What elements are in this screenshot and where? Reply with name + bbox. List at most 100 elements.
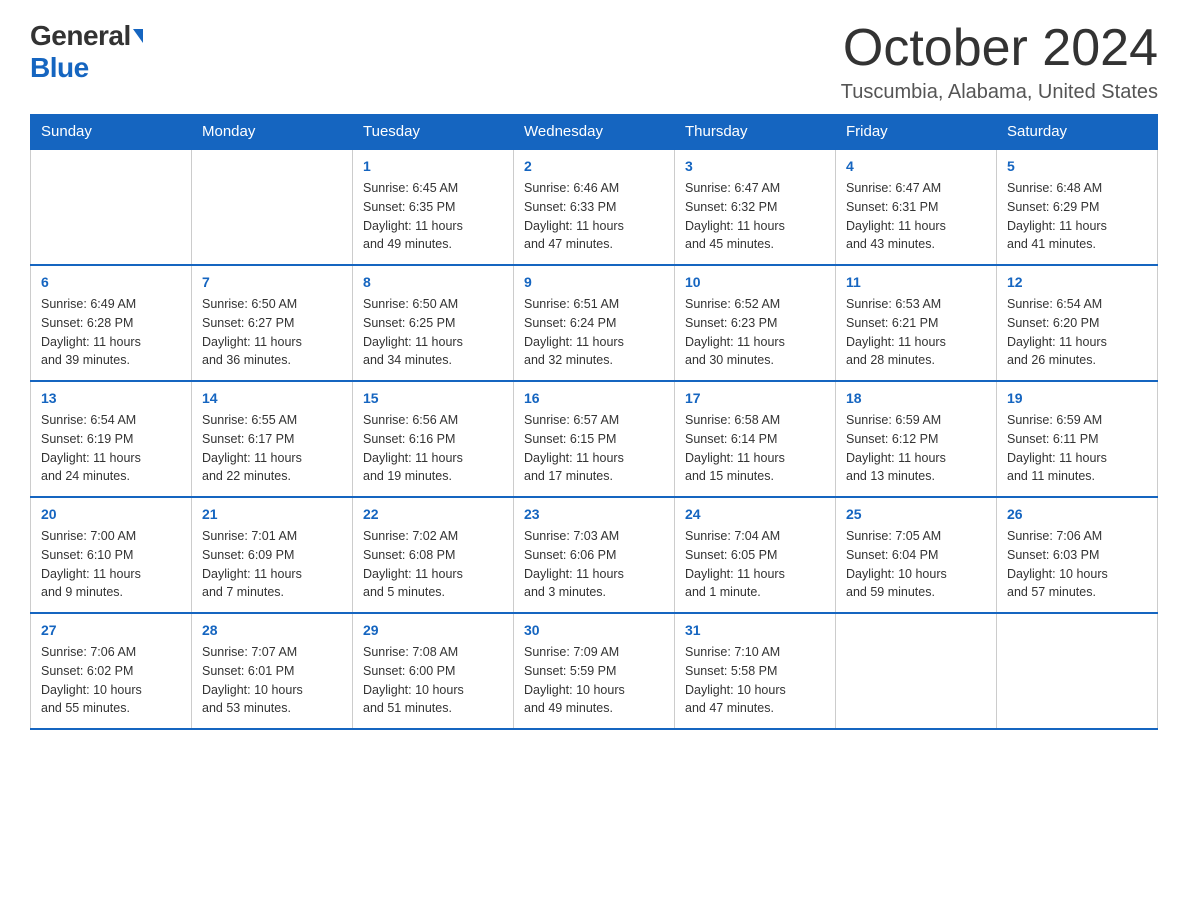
- calendar-cell: 29Sunrise: 7:08 AM Sunset: 6:00 PM Dayli…: [353, 613, 514, 729]
- day-info: Sunrise: 6:52 AM Sunset: 6:23 PM Dayligh…: [685, 295, 825, 370]
- calendar-cell: 3Sunrise: 6:47 AM Sunset: 6:32 PM Daylig…: [675, 149, 836, 265]
- day-info: Sunrise: 7:02 AM Sunset: 6:08 PM Dayligh…: [363, 527, 503, 602]
- logo-general-text: General: [30, 20, 131, 52]
- day-info: Sunrise: 6:45 AM Sunset: 6:35 PM Dayligh…: [363, 179, 503, 254]
- day-number: 30: [524, 620, 664, 641]
- weekday-header-saturday: Saturday: [997, 115, 1158, 150]
- day-number: 4: [846, 156, 986, 177]
- logo: General Blue: [30, 20, 143, 84]
- day-number: 5: [1007, 156, 1147, 177]
- calendar-cell: 9Sunrise: 6:51 AM Sunset: 6:24 PM Daylig…: [514, 265, 675, 381]
- calendar-cell: 16Sunrise: 6:57 AM Sunset: 6:15 PM Dayli…: [514, 381, 675, 497]
- day-number: 27: [41, 620, 181, 641]
- day-info: Sunrise: 6:55 AM Sunset: 6:17 PM Dayligh…: [202, 411, 342, 486]
- day-number: 13: [41, 388, 181, 409]
- calendar-cell: [31, 149, 192, 265]
- weekday-header-tuesday: Tuesday: [353, 115, 514, 150]
- day-info: Sunrise: 7:10 AM Sunset: 5:58 PM Dayligh…: [685, 643, 825, 718]
- day-info: Sunrise: 7:06 AM Sunset: 6:02 PM Dayligh…: [41, 643, 181, 718]
- day-number: 17: [685, 388, 825, 409]
- calendar-cell: [836, 613, 997, 729]
- day-info: Sunrise: 6:53 AM Sunset: 6:21 PM Dayligh…: [846, 295, 986, 370]
- calendar-week-row: 13Sunrise: 6:54 AM Sunset: 6:19 PM Dayli…: [31, 381, 1158, 497]
- calendar-cell: 13Sunrise: 6:54 AM Sunset: 6:19 PM Dayli…: [31, 381, 192, 497]
- day-info: Sunrise: 7:01 AM Sunset: 6:09 PM Dayligh…: [202, 527, 342, 602]
- day-number: 18: [846, 388, 986, 409]
- day-number: 29: [363, 620, 503, 641]
- day-info: Sunrise: 6:46 AM Sunset: 6:33 PM Dayligh…: [524, 179, 664, 254]
- day-info: Sunrise: 6:47 AM Sunset: 6:32 PM Dayligh…: [685, 179, 825, 254]
- calendar-cell: 6Sunrise: 6:49 AM Sunset: 6:28 PM Daylig…: [31, 265, 192, 381]
- day-number: 2: [524, 156, 664, 177]
- calendar-cell: 15Sunrise: 6:56 AM Sunset: 6:16 PM Dayli…: [353, 381, 514, 497]
- day-number: 20: [41, 504, 181, 525]
- day-info: Sunrise: 6:58 AM Sunset: 6:14 PM Dayligh…: [685, 411, 825, 486]
- calendar-cell: 2Sunrise: 6:46 AM Sunset: 6:33 PM Daylig…: [514, 149, 675, 265]
- calendar-cell: 5Sunrise: 6:48 AM Sunset: 6:29 PM Daylig…: [997, 149, 1158, 265]
- day-number: 14: [202, 388, 342, 409]
- day-number: 19: [1007, 388, 1147, 409]
- page-header: General Blue October 2024 Tuscumbia, Ala…: [30, 20, 1158, 104]
- calendar-cell: 4Sunrise: 6:47 AM Sunset: 6:31 PM Daylig…: [836, 149, 997, 265]
- location-subtitle: Tuscumbia, Alabama, United States: [841, 81, 1158, 104]
- calendar-cell: 20Sunrise: 7:00 AM Sunset: 6:10 PM Dayli…: [31, 497, 192, 613]
- day-number: 15: [363, 388, 503, 409]
- calendar-cell: 8Sunrise: 6:50 AM Sunset: 6:25 PM Daylig…: [353, 265, 514, 381]
- day-info: Sunrise: 6:54 AM Sunset: 6:20 PM Dayligh…: [1007, 295, 1147, 370]
- day-info: Sunrise: 6:59 AM Sunset: 6:11 PM Dayligh…: [1007, 411, 1147, 486]
- day-number: 6: [41, 272, 181, 293]
- day-number: 3: [685, 156, 825, 177]
- calendar-cell: 11Sunrise: 6:53 AM Sunset: 6:21 PM Dayli…: [836, 265, 997, 381]
- calendar-cell: 18Sunrise: 6:59 AM Sunset: 6:12 PM Dayli…: [836, 381, 997, 497]
- day-number: 16: [524, 388, 664, 409]
- day-number: 11: [846, 272, 986, 293]
- calendar-cell: [997, 613, 1158, 729]
- calendar-week-row: 1Sunrise: 6:45 AM Sunset: 6:35 PM Daylig…: [31, 149, 1158, 265]
- day-number: 1: [363, 156, 503, 177]
- day-number: 9: [524, 272, 664, 293]
- day-info: Sunrise: 6:59 AM Sunset: 6:12 PM Dayligh…: [846, 411, 986, 486]
- day-number: 7: [202, 272, 342, 293]
- calendar-header: SundayMondayTuesdayWednesdayThursdayFrid…: [31, 115, 1158, 150]
- logo-blue-text: Blue: [30, 52, 89, 84]
- calendar-cell: 28Sunrise: 7:07 AM Sunset: 6:01 PM Dayli…: [192, 613, 353, 729]
- weekday-header-row: SundayMondayTuesdayWednesdayThursdayFrid…: [31, 115, 1158, 150]
- day-info: Sunrise: 7:04 AM Sunset: 6:05 PM Dayligh…: [685, 527, 825, 602]
- day-number: 8: [363, 272, 503, 293]
- day-info: Sunrise: 7:03 AM Sunset: 6:06 PM Dayligh…: [524, 527, 664, 602]
- calendar-cell: 23Sunrise: 7:03 AM Sunset: 6:06 PM Dayli…: [514, 497, 675, 613]
- day-number: 25: [846, 504, 986, 525]
- calendar-cell: 27Sunrise: 7:06 AM Sunset: 6:02 PM Dayli…: [31, 613, 192, 729]
- calendar-cell: 10Sunrise: 6:52 AM Sunset: 6:23 PM Dayli…: [675, 265, 836, 381]
- calendar-cell: 14Sunrise: 6:55 AM Sunset: 6:17 PM Dayli…: [192, 381, 353, 497]
- calendar-table: SundayMondayTuesdayWednesdayThursdayFrid…: [30, 114, 1158, 730]
- day-number: 31: [685, 620, 825, 641]
- weekday-header-friday: Friday: [836, 115, 997, 150]
- weekday-header-sunday: Sunday: [31, 115, 192, 150]
- calendar-cell: 31Sunrise: 7:10 AM Sunset: 5:58 PM Dayli…: [675, 613, 836, 729]
- calendar-week-row: 27Sunrise: 7:06 AM Sunset: 6:02 PM Dayli…: [31, 613, 1158, 729]
- weekday-header-thursday: Thursday: [675, 115, 836, 150]
- day-info: Sunrise: 7:07 AM Sunset: 6:01 PM Dayligh…: [202, 643, 342, 718]
- day-number: 10: [685, 272, 825, 293]
- weekday-header-wednesday: Wednesday: [514, 115, 675, 150]
- title-block: October 2024 Tuscumbia, Alabama, United …: [841, 20, 1158, 104]
- month-title: October 2024: [841, 20, 1158, 77]
- weekday-header-monday: Monday: [192, 115, 353, 150]
- day-info: Sunrise: 7:08 AM Sunset: 6:00 PM Dayligh…: [363, 643, 503, 718]
- day-info: Sunrise: 7:09 AM Sunset: 5:59 PM Dayligh…: [524, 643, 664, 718]
- day-info: Sunrise: 6:48 AM Sunset: 6:29 PM Dayligh…: [1007, 179, 1147, 254]
- day-number: 21: [202, 504, 342, 525]
- calendar-cell: 19Sunrise: 6:59 AM Sunset: 6:11 PM Dayli…: [997, 381, 1158, 497]
- calendar-cell: 7Sunrise: 6:50 AM Sunset: 6:27 PM Daylig…: [192, 265, 353, 381]
- day-info: Sunrise: 6:50 AM Sunset: 6:25 PM Dayligh…: [363, 295, 503, 370]
- day-info: Sunrise: 6:50 AM Sunset: 6:27 PM Dayligh…: [202, 295, 342, 370]
- calendar-cell: 1Sunrise: 6:45 AM Sunset: 6:35 PM Daylig…: [353, 149, 514, 265]
- day-info: Sunrise: 6:49 AM Sunset: 6:28 PM Dayligh…: [41, 295, 181, 370]
- calendar-cell: 21Sunrise: 7:01 AM Sunset: 6:09 PM Dayli…: [192, 497, 353, 613]
- day-info: Sunrise: 6:57 AM Sunset: 6:15 PM Dayligh…: [524, 411, 664, 486]
- calendar-cell: 24Sunrise: 7:04 AM Sunset: 6:05 PM Dayli…: [675, 497, 836, 613]
- calendar-cell: 30Sunrise: 7:09 AM Sunset: 5:59 PM Dayli…: [514, 613, 675, 729]
- calendar-week-row: 20Sunrise: 7:00 AM Sunset: 6:10 PM Dayli…: [31, 497, 1158, 613]
- day-info: Sunrise: 7:00 AM Sunset: 6:10 PM Dayligh…: [41, 527, 181, 602]
